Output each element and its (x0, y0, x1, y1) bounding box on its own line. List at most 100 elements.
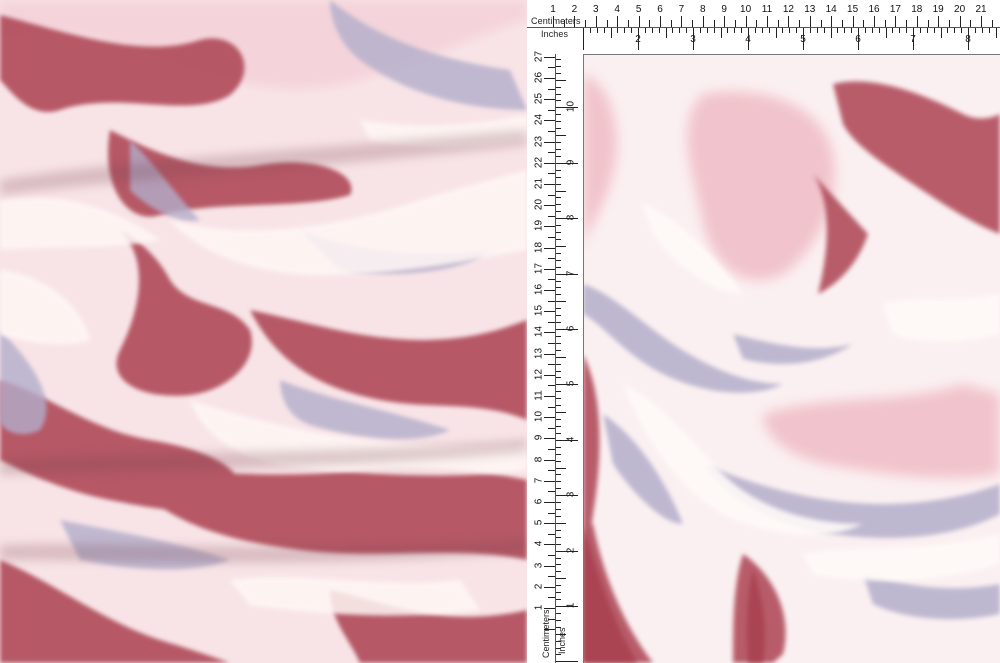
top-ruler-cm-tick (852, 16, 854, 27)
top-ruler-cm-tick (756, 20, 758, 27)
left-ruler-cm-tick (548, 194, 555, 196)
top-ruler-cm-tick (692, 20, 694, 27)
left-ruler-cm-tick (548, 533, 555, 535)
top-ruler-cm-tick (788, 16, 790, 27)
left-ruler-cm-tick (548, 555, 555, 556)
left-ruler-cm-tick (548, 237, 555, 238)
top-ruler-inch-tick (727, 28, 729, 33)
left-ruler-inch-tick (556, 543, 561, 545)
left-ruler-cm-number: 13 (533, 347, 545, 359)
top-ruler-inch-tick (631, 28, 633, 33)
left-ruler-inch-tick (556, 114, 561, 116)
top-ruler-cm-tick (820, 20, 822, 27)
left-ruler-cm-tick (544, 544, 555, 546)
left-ruler-inch-tick (556, 654, 561, 656)
left-ruler-cm-number: 22 (533, 156, 545, 168)
left-ruler-inch-tick (556, 259, 561, 261)
top-ruler-inch-tick (864, 28, 866, 33)
top-ruler: Centimeters Inches 1 2 3 4 5 6 7 8 9 10 11 12 13 14 15… (527, 0, 1000, 55)
left-ruler-inch-tick (556, 599, 561, 601)
top-ruler-cm-number: 11 (761, 4, 773, 15)
left-ruler-cm-tick (548, 131, 555, 132)
top-ruler-cm-tick (585, 20, 587, 27)
top-ruler-cm-number: 6 (657, 4, 663, 15)
left-ruler-inch-tick (556, 509, 561, 511)
left-ruler-inch-tick (556, 169, 561, 171)
top-ruler-cm-number: 2 (571, 4, 578, 15)
left-ruler-cm-tick (544, 290, 555, 291)
top-ruler-cm-tick (734, 20, 736, 27)
top-ruler-inch-tick (947, 28, 949, 33)
left-ruler-inch-tick (556, 585, 561, 587)
top-ruler-cm-number: 9 (721, 4, 727, 15)
top-ruler-cm-number: 8 (700, 4, 706, 15)
left-ruler-cm-tick (548, 364, 555, 366)
left-ruler-inch-tick (556, 391, 561, 393)
left-ruler-inch-tick (556, 245, 566, 247)
top-ruler-cm-label: Centimeters (531, 16, 581, 26)
top-ruler-cm-tick (649, 20, 651, 27)
top-ruler-inch-tick (693, 28, 694, 50)
left-ruler-cm-number: 18 (533, 241, 545, 253)
left-ruler-cm-number: 11 (533, 390, 545, 401)
left-ruler-inch-tick (556, 238, 561, 240)
left-ruler-inch-tick (556, 142, 561, 144)
left-ruler-inch-tick (556, 467, 566, 469)
left-ruler-inch-tick (556, 515, 561, 517)
top-ruler-inch-tick (968, 28, 969, 50)
top-ruler-inch-tick (892, 28, 894, 33)
left-ruler-cm-tick (544, 311, 555, 313)
left-ruler-cm-tick (544, 162, 555, 164)
left-ruler-inch-tick (556, 481, 561, 483)
left-ruler-inch-tick (556, 495, 578, 497)
left-ruler-cm-tick (544, 523, 555, 525)
top-ruler-inch-tick (665, 28, 667, 38)
top-ruler-cm-tick (563, 20, 565, 27)
left-ruler-inch-tick (556, 550, 578, 552)
left-ruler-cm-number: 25 (533, 93, 545, 105)
left-ruler-cm-number: 6 (533, 498, 545, 505)
top-ruler-inch-tick (672, 28, 674, 33)
left-ruler-cm-tick (544, 99, 555, 101)
left-ruler-cm-number: 7 (533, 477, 545, 484)
left-ruler-inch-tick (556, 453, 561, 455)
top-ruler-inch-tick (913, 28, 914, 50)
left-ruler-cm-tick (548, 215, 555, 217)
top-ruler-inch-tick (596, 28, 598, 33)
top-ruler-cm-tick (948, 20, 950, 27)
left-ruler-cm-tick (544, 565, 555, 567)
top-ruler-cm-tick (606, 20, 608, 27)
left-ruler-cm-label: Centimeters (541, 609, 551, 658)
top-ruler-inch-tick (706, 28, 708, 33)
left-ruler-inch-tick (556, 79, 566, 81)
left-ruler-inch-tick (556, 301, 566, 303)
left-ruler-cm-tick (544, 56, 555, 58)
top-ruler-cm-tick (595, 16, 597, 27)
top-ruler-inch-tick (720, 28, 722, 38)
left-ruler-cm-tick (548, 449, 555, 450)
top-ruler-inch-tick (624, 28, 626, 33)
left-ruler-inch-tick (556, 315, 561, 317)
left-ruler-inch-tick (556, 252, 561, 254)
flat-fabric-swatch (583, 54, 1000, 663)
left-ruler-inch-tick (556, 266, 561, 268)
top-ruler-cm-tick (863, 20, 865, 27)
left-ruler-inch-tick (556, 93, 561, 95)
left-ruler-cm-tick (548, 152, 555, 154)
left-ruler-inch-tick (556, 176, 561, 178)
left-ruler-inch-tick (556, 322, 561, 324)
left-ruler-cm-number: 3 (533, 562, 545, 568)
left-ruler-inch-tick (556, 370, 561, 372)
top-ruler-cm-tick (906, 20, 908, 27)
top-ruler-inch-tick (851, 28, 853, 33)
left-ruler-cm-tick (548, 67, 555, 69)
left-ruler-cm-tick (544, 184, 555, 185)
left-ruler-inch-tick (556, 578, 566, 580)
top-ruler-inch-label: Inches (541, 29, 569, 39)
left-ruler-cm-tick (544, 417, 555, 419)
left-ruler-inch-tick (556, 419, 561, 421)
top-ruler-inch-tick (610, 28, 612, 38)
left-ruler-cm-tick (548, 576, 555, 578)
top-ruler-inch-tick (651, 28, 653, 33)
top-ruler-inch-tick (899, 28, 901, 33)
